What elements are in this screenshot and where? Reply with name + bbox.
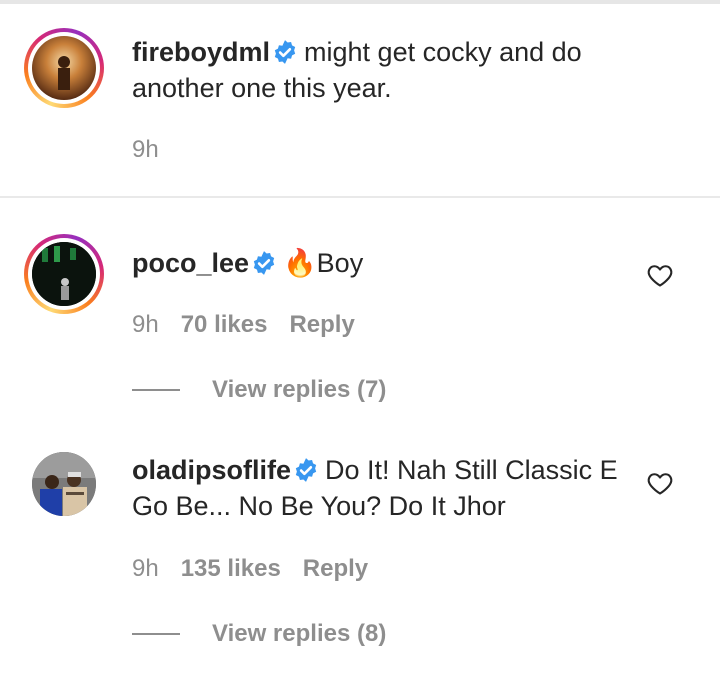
replies-line bbox=[132, 389, 180, 391]
comment-1-likes[interactable]: 70 likes bbox=[181, 311, 268, 339]
caption-avatar bbox=[32, 36, 96, 100]
comment-2-body: oladipsoflife Do It! Nah Still Classic E … bbox=[132, 452, 632, 524]
comment-1-reply-button[interactable]: Reply bbox=[289, 311, 354, 339]
top-divider bbox=[0, 0, 720, 4]
comment-2-likes[interactable]: 135 likes bbox=[181, 555, 281, 583]
caption-body: fireboydml might get cocky and do another… bbox=[132, 34, 632, 106]
comment-2-view-replies[interactable]: View replies (8) bbox=[132, 620, 386, 648]
heart-outline-icon[interactable] bbox=[646, 469, 674, 497]
caption-divider bbox=[0, 196, 720, 198]
comment-2-meta: 9h 135 likes Reply bbox=[132, 555, 368, 583]
comment-1-avatar-story-ring[interactable] bbox=[24, 234, 104, 314]
comment-1-body: poco_lee 🔥Boy bbox=[132, 245, 632, 281]
comment-1-time: 9h bbox=[132, 311, 159, 338]
comment-1-text: Boy bbox=[316, 248, 364, 278]
comment-2-reply-button[interactable]: Reply bbox=[303, 555, 368, 583]
comment-1-view-replies[interactable]: View replies (7) bbox=[132, 376, 386, 404]
comment-2-time: 9h bbox=[132, 555, 159, 582]
heart-outline-icon[interactable] bbox=[646, 261, 674, 289]
verified-badge-icon bbox=[274, 40, 296, 64]
comment-2-view-replies-label: View replies (8) bbox=[212, 620, 387, 647]
verified-badge-icon bbox=[253, 251, 275, 275]
replies-line bbox=[132, 633, 180, 635]
verified-badge-icon bbox=[295, 458, 317, 482]
comment-2-avatar[interactable] bbox=[32, 452, 96, 516]
comment-1-meta: 9h 70 likes Reply bbox=[132, 311, 355, 339]
comment-1-username[interactable]: poco_lee bbox=[132, 248, 249, 278]
caption-meta: 9h bbox=[132, 136, 159, 164]
caption-time: 9h bbox=[132, 136, 159, 163]
comment-1-view-replies-label: View replies (7) bbox=[212, 376, 387, 403]
caption-avatar-story-ring[interactable] bbox=[24, 28, 104, 108]
fire-emoji-icon: 🔥 bbox=[283, 248, 317, 278]
caption-username[interactable]: fireboydml bbox=[132, 37, 270, 67]
comment-1-avatar bbox=[32, 242, 96, 306]
comment-2-username[interactable]: oladipsoflife bbox=[132, 455, 291, 485]
